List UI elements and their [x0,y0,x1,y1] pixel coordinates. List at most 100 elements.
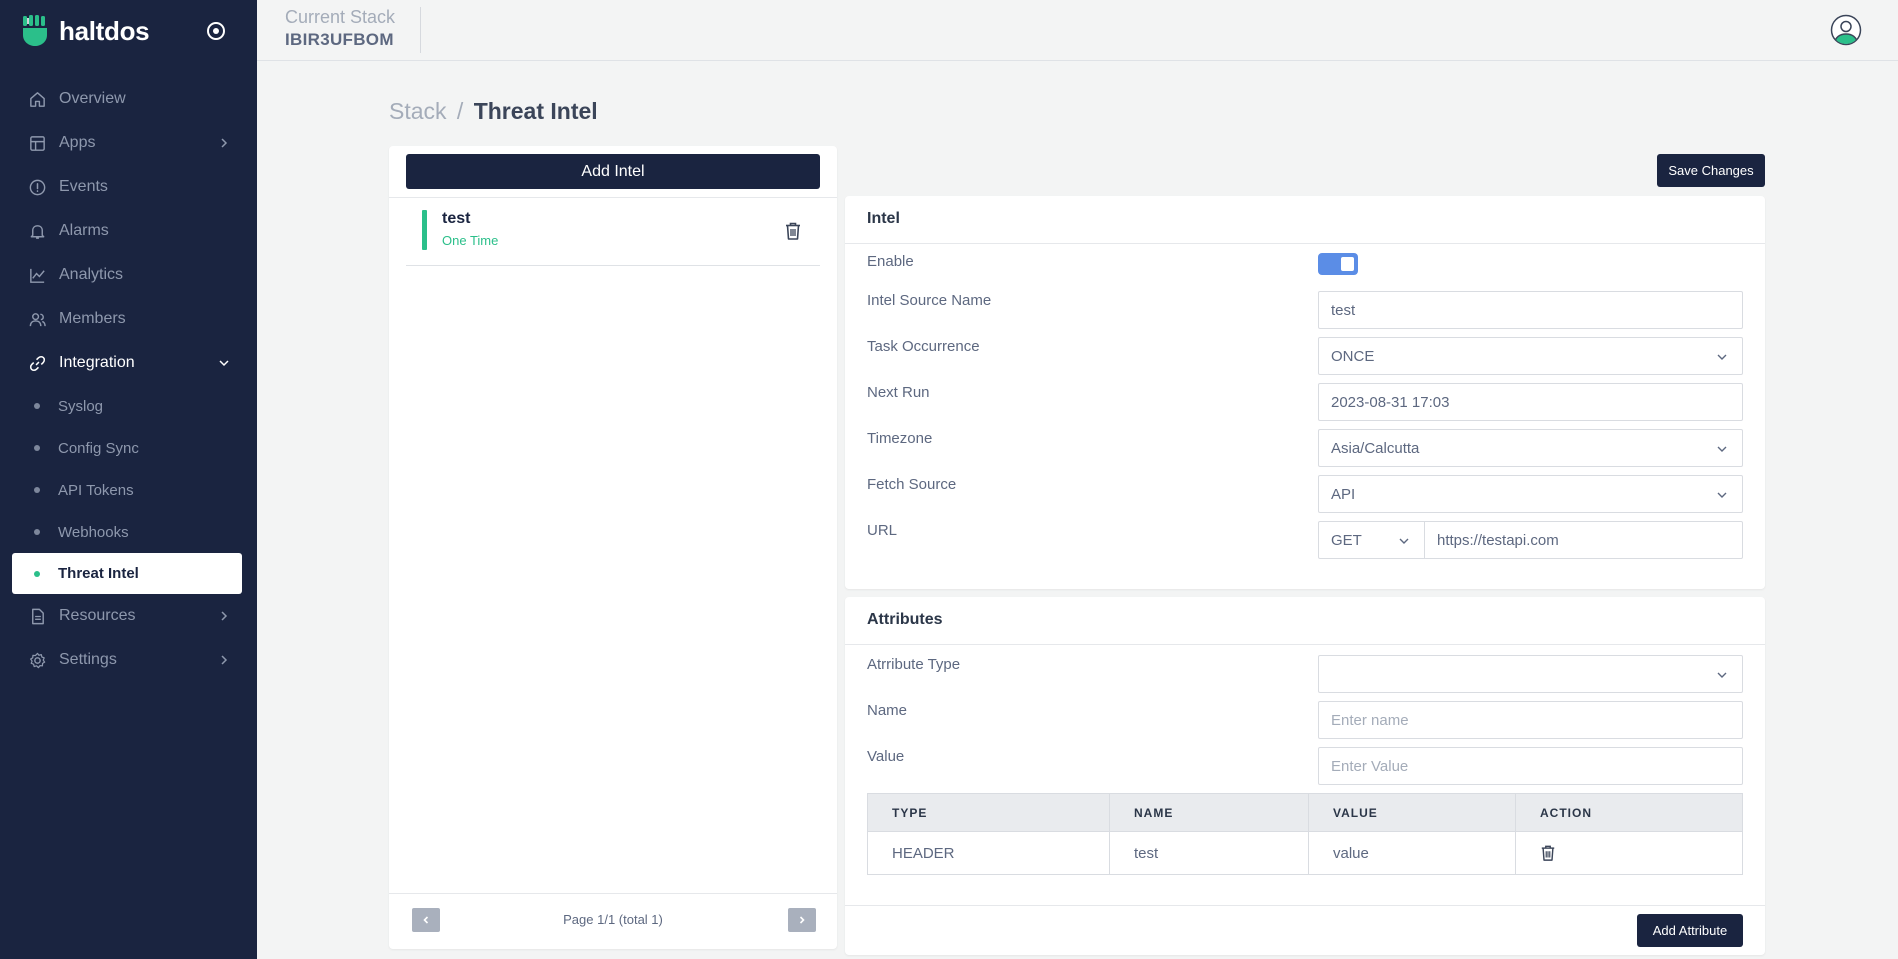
sidebar-subitem-label: Threat Intel [58,565,139,582]
task-occurrence-label: Task Occurrence [867,338,980,355]
fetch-source-select[interactable]: API [1318,475,1743,513]
sidebar-subitem-label: Config Sync [58,439,139,457]
sidebar-item-label: Apps [59,134,96,151]
sidebar-item-label: Overview [59,90,126,107]
sidebar-item-alarms[interactable]: Alarms [0,209,257,253]
trash-icon[interactable] [1540,844,1556,862]
brand[interactable]: haltdos [22,14,150,48]
table-row: HEADER test value [867,831,1743,875]
chevron-right-icon [221,138,228,148]
header-divider [420,7,421,53]
bullet-icon [34,445,40,451]
next-page-button[interactable] [788,908,816,932]
column-header-name[interactable]: NAME [1109,793,1309,832]
page-title: Threat Intel [473,98,598,124]
enable-label: Enable [867,253,914,270]
sidebar-toggle-icon[interactable] [205,20,227,42]
attribute-value-label: Value [867,748,905,765]
divider [845,905,1765,906]
column-header-value[interactable]: VALUE [1308,793,1516,832]
chevron-down-icon [1717,354,1727,360]
users-icon [29,312,46,326]
page-info: Page 1/1 (total 1) [563,912,663,927]
chevron-down-icon [1717,672,1727,678]
card-title: Attributes [867,611,943,628]
sidebar-item-apps[interactable]: Apps [0,121,257,165]
attribute-name-input[interactable]: Enter name [1318,701,1743,739]
select-value: ONCE [1331,347,1375,365]
add-intel-button[interactable]: Add Intel [406,154,820,189]
list-item[interactable]: test One Time [406,210,820,266]
bullet-icon [34,570,40,577]
sidebar-item-label: Integration [59,354,135,371]
sidebar-subitem-syslog[interactable]: Syslog [0,385,257,427]
sidebar-item-members[interactable]: Members [0,297,257,341]
bullet-icon [34,529,40,535]
sidebar-nav: Overview Apps Events Alarms Analytics Me… [0,77,257,682]
sidebar-item-analytics[interactable]: Analytics [0,253,257,297]
sidebar-item-label: Resources [59,607,136,624]
sidebar-item-label: Analytics [59,266,124,283]
url-method-select[interactable]: GET [1318,521,1425,559]
toggle-knob [1341,257,1354,271]
sidebar-subitem-label: Webhooks [58,523,129,541]
sidebar-item-overview[interactable]: Overview [0,77,257,121]
sidebar-item-resources[interactable]: Resources [0,594,257,638]
divider [845,644,1765,645]
current-stack-value[interactable]: IBIR3UFBOM [285,30,394,50]
column-header-type[interactable]: TYPE [867,793,1110,832]
sidebar-item-integration[interactable]: Integration [0,341,257,385]
attribute-type-select[interactable] [1318,655,1743,693]
task-occurrence-select[interactable]: ONCE [1318,337,1743,375]
fetch-source-label: Fetch Source [867,476,957,493]
card-title: Intel [867,210,900,227]
brand-name: haltdos [59,15,150,46]
alert-circle-icon [29,179,46,195]
divider [389,197,837,198]
intel-item-occurrence: One Time [442,233,499,248]
sidebar-item-events[interactable]: Events [0,165,257,209]
document-icon [32,608,44,624]
chevron-right-icon [221,655,228,665]
cell-action [1515,831,1743,875]
cell-value: value [1308,831,1516,875]
save-changes-button[interactable]: Save Changes [1657,154,1765,187]
pagination: Page 1/1 (total 1) [389,893,837,949]
intel-source-name-label: Intel Source Name [867,292,992,309]
trash-icon[interactable] [784,221,802,241]
table-header-row: TYPE NAME VALUE ACTION [867,793,1743,832]
breadcrumb-parent[interactable]: Stack [389,98,447,124]
sidebar-subitem-config-sync[interactable]: Config Sync [0,427,257,469]
column-header-action: ACTION [1515,793,1743,832]
sidebar: haltdos Overview Apps Events Alarms Anal… [0,0,257,959]
url-input[interactable]: https://testapi.com [1425,521,1743,559]
chevron-right-icon [799,916,805,924]
sidebar-subitem-label: API Tokens [58,481,134,499]
attributes-table: TYPE NAME VALUE ACTION HEADER test value [867,793,1743,875]
breadcrumb-separator: / [456,98,464,124]
attributes-card: Attributes Atrribute Type Name Enter nam… [845,597,1765,955]
sidebar-item-label: Alarms [59,222,109,239]
sidebar-item-settings[interactable]: Settings [0,638,257,682]
sidebar-subitem-threat-intel[interactable]: Threat Intel [12,553,242,594]
bullet-icon [34,403,40,409]
enable-toggle[interactable] [1318,253,1358,275]
haltdos-logo-icon [23,15,47,46]
breadcrumb: Stack / Threat Intel [389,98,598,125]
sidebar-subitem-api-tokens[interactable]: API Tokens [0,469,257,511]
intel-source-name-input[interactable]: test [1318,291,1743,329]
next-run-input[interactable]: 2023-08-31 17:03 [1318,383,1743,421]
sidebar-item-label: Events [59,178,108,195]
user-avatar-icon[interactable] [1830,14,1862,46]
chevron-down-icon [1399,538,1409,544]
select-value: Asia/Calcutta [1331,439,1420,457]
attribute-value-input[interactable]: Enter Value [1318,747,1743,785]
chevron-down-icon [219,360,229,367]
link-icon [29,355,46,371]
timezone-select[interactable]: Asia/Calcutta [1318,429,1743,467]
sidebar-item-label: Settings [59,651,117,668]
sidebar-subitem-label: Syslog [58,397,104,415]
bell-icon [30,224,45,239]
add-attribute-button[interactable]: Add Attribute [1637,914,1743,947]
sidebar-subitem-webhooks[interactable]: Webhooks [0,511,257,553]
